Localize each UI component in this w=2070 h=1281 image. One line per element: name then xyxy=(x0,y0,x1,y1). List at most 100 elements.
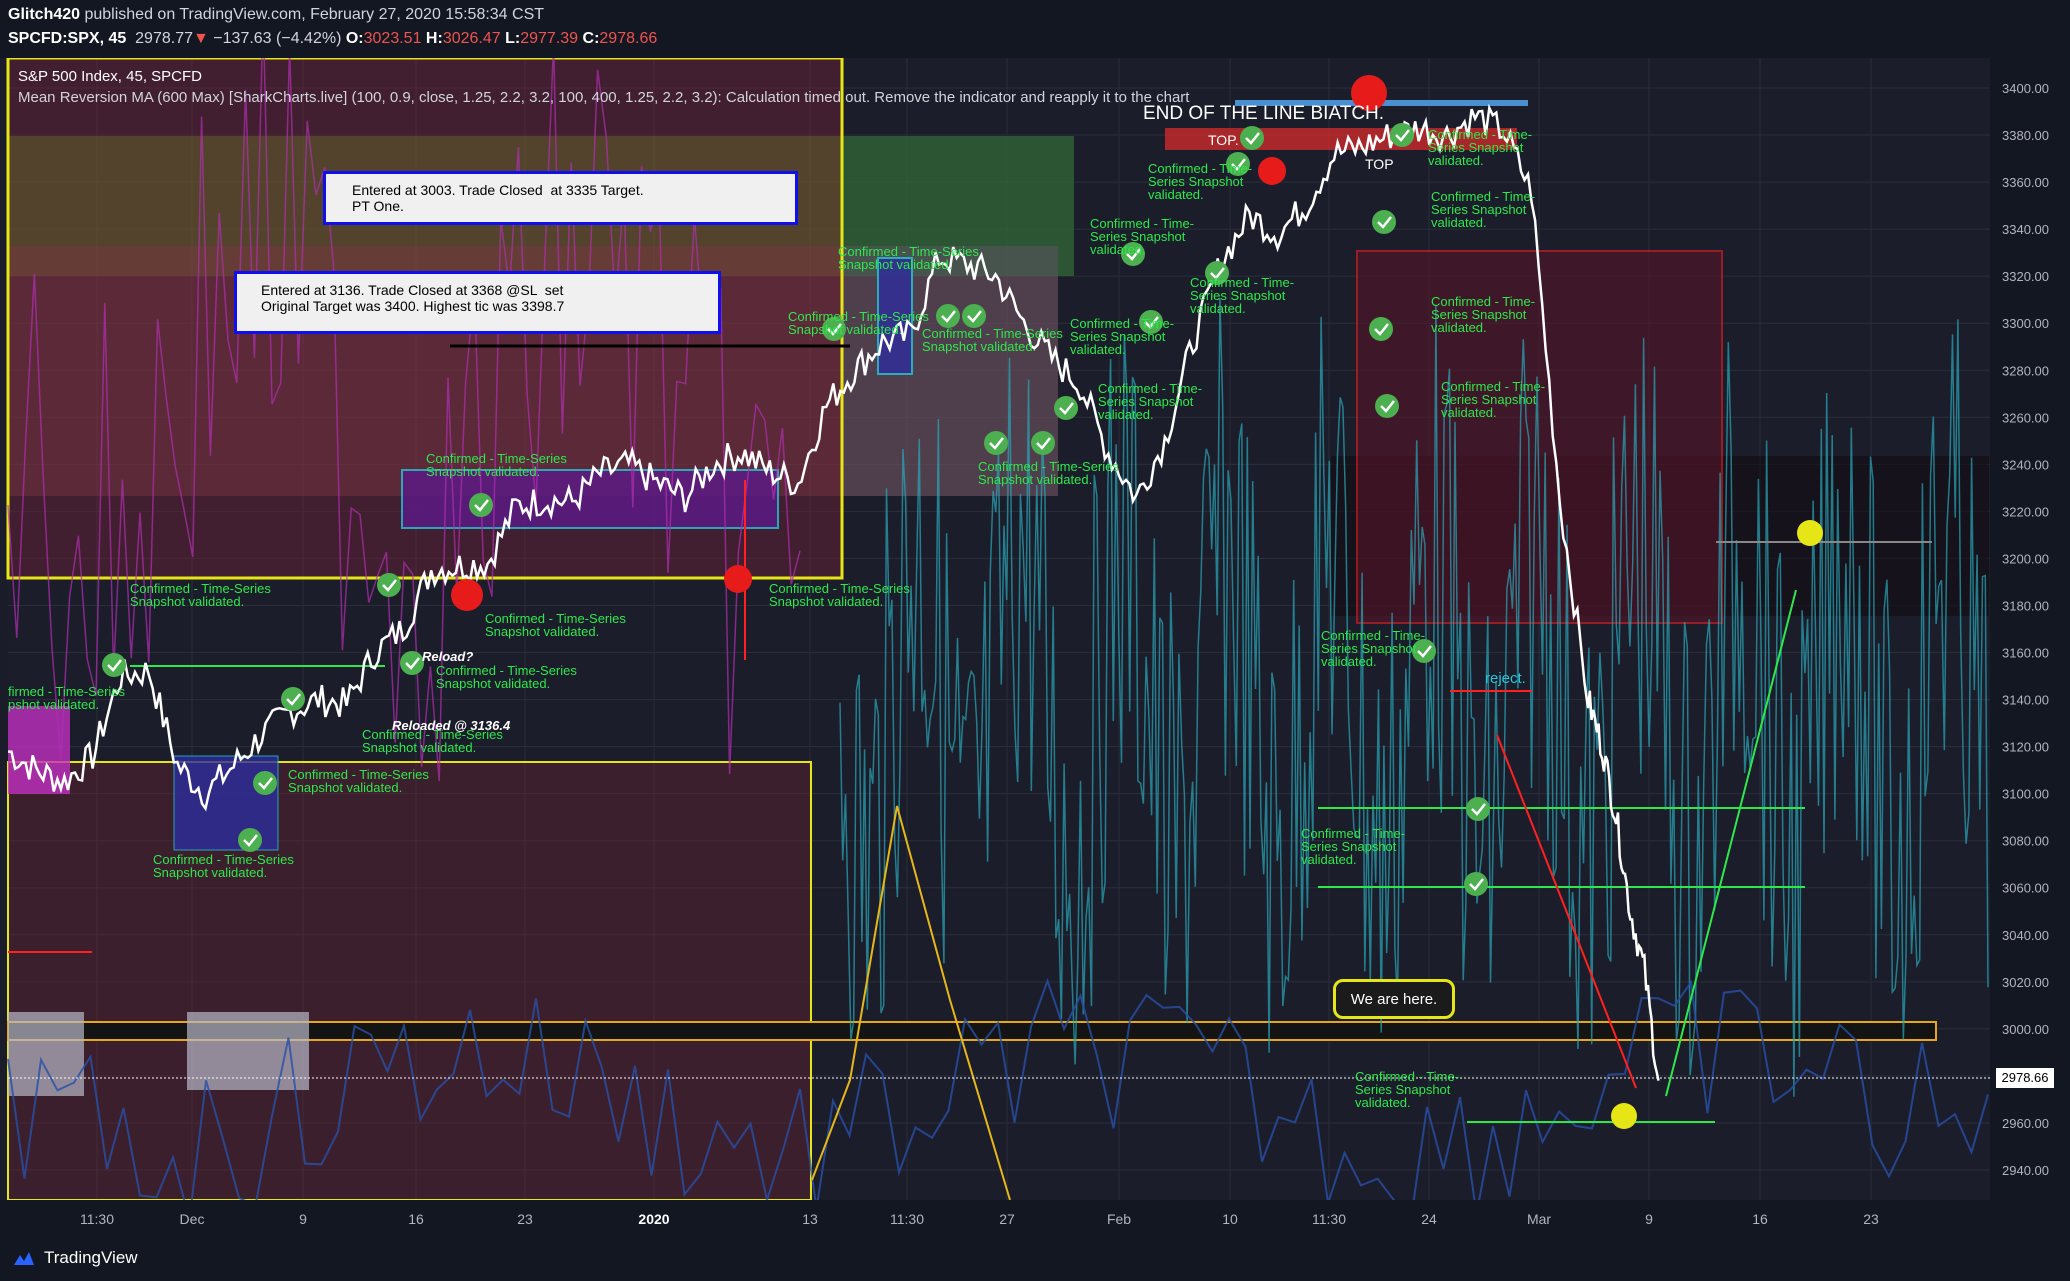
y-tick-label: 3380.00 xyxy=(2002,128,2049,143)
y-tick-label: 3120.00 xyxy=(2002,740,2049,755)
confirm-label: Confirmed - Time- Series Snapshot valida… xyxy=(1070,316,1175,357)
x-tick-label: 11:30 xyxy=(890,1211,924,1227)
y-tick-label: 3240.00 xyxy=(2002,457,2049,472)
close-label: C: xyxy=(582,30,600,47)
checkmark-icon xyxy=(1390,123,1414,147)
confirm-label: Confirmed - Time- Series Snapshot valida… xyxy=(1321,628,1426,669)
low-value: 2977.39 xyxy=(520,30,579,47)
y-tick-label: 3220.00 xyxy=(2002,504,2049,519)
x-tick-label: Mar xyxy=(1527,1211,1551,1227)
quote-line: SPCFD:SPX, 45 2978.77▼ −137.63 (−4.42%) … xyxy=(8,30,657,48)
checkmark-icon xyxy=(1240,126,1264,150)
y-tick-label: 3340.00 xyxy=(2002,222,2049,237)
confirm-label: Confirmed - Time- Series Snapshot valida… xyxy=(1148,161,1253,202)
y-tick-label: 3000.00 xyxy=(2002,1022,2049,1037)
low-label: L: xyxy=(505,30,521,47)
question-icon xyxy=(1611,1103,1637,1129)
legend-indicator[interactable]: Mean Reversion MA (600 Max) [SharkCharts… xyxy=(18,89,1189,106)
x-tick-label: 9 xyxy=(299,1211,307,1227)
end-of-line-label: END OF THE LINE BIATCH. xyxy=(1143,103,1385,124)
x-marker-icon xyxy=(451,579,483,611)
x-tick-label: 24 xyxy=(1421,1211,1437,1227)
checkmark-icon xyxy=(962,304,986,328)
x-tick-label: 23 xyxy=(1863,1211,1879,1227)
confirm-label: Confirmed - Time- Series Snapshot valida… xyxy=(1301,826,1406,867)
trade-note-2[interactable]: Entered at 3136. Trade Closed at 3368 @S… xyxy=(234,271,721,334)
publisher-name[interactable]: Glitch420 xyxy=(8,6,80,23)
y-tick-label: 3080.00 xyxy=(2002,834,2049,849)
tradingview-logo[interactable]: TradingView xyxy=(12,1248,138,1268)
checkmark-icon xyxy=(281,687,305,711)
confirm-label: Confirmed - Time-Series Snapshot validat… xyxy=(788,309,929,337)
checkmark-icon xyxy=(1372,210,1396,234)
confirm-label: Confirmed - Time-Series Snapshot validat… xyxy=(485,611,626,639)
x-tick-label: 16 xyxy=(1752,1211,1768,1227)
confirm-label: Confirmed - Time-Series Snapshot validat… xyxy=(978,459,1119,487)
x-tick-label: 11:30 xyxy=(1312,1211,1346,1227)
y-tick-label: 3200.00 xyxy=(2002,551,2049,566)
x-tick-label: 9 xyxy=(1645,1211,1653,1227)
publish-text: published on TradingView.com, February 2… xyxy=(80,6,545,23)
checkmark-icon xyxy=(1054,396,1078,420)
x-tick-label: 2020 xyxy=(638,1211,669,1227)
confirm-label: Confirmed - Time-Series Snapshot validat… xyxy=(362,727,503,755)
high-label: H: xyxy=(425,30,443,47)
close-value: 2978.66 xyxy=(599,30,658,47)
x-tick-label: 16 xyxy=(408,1211,424,1227)
last-price: 2978.77 xyxy=(135,30,193,47)
y-tick-label: 3280.00 xyxy=(2002,363,2049,378)
checkmark-icon xyxy=(377,573,401,597)
confirm-label: Confirmed - Time-Series Snapshot validat… xyxy=(838,244,979,272)
top-label-2: TOP xyxy=(1365,156,1394,172)
footer xyxy=(0,1236,2070,1281)
reload-question: Reload? xyxy=(422,649,474,664)
confirm-label: Confirmed - Time-Series Snapshot validat… xyxy=(130,581,271,609)
x-marker-icon xyxy=(724,565,752,593)
confirm-label: Confirmed - Time- Series Snapshot valida… xyxy=(1431,294,1536,335)
x-tick-label: 10 xyxy=(1222,1211,1238,1227)
trade-note-1[interactable]: Entered at 3003. Trade Closed at 3335 Ta… xyxy=(323,171,798,225)
checkmark-icon xyxy=(102,653,126,677)
checkmark-icon xyxy=(984,431,1008,455)
confirm-label-cut: firmed - Time-Series pshot validated. xyxy=(8,684,126,712)
y-tick-label: 2940.00 xyxy=(2002,1163,2049,1178)
down-arrow-icon: ▼ xyxy=(193,30,209,47)
y-tick-label: 3320.00 xyxy=(2002,269,2049,284)
checkmark-icon xyxy=(1466,797,1490,821)
confirm-label: Confirmed - Time-Series Snapshot validat… xyxy=(153,852,294,880)
last-price-tag: 2978.66 xyxy=(1996,1068,2054,1088)
y-tick-label: 3140.00 xyxy=(2002,693,2049,708)
confirm-label: Confirmed - Time- Series Snapshot valida… xyxy=(1090,216,1195,257)
symbol-label[interactable]: SPCFD:SPX, 45 xyxy=(8,30,126,47)
top-label-1: TOP. xyxy=(1208,132,1239,148)
confirm-label: Confirmed - Time-Series Snapshot validat… xyxy=(436,663,577,691)
y-tick-label: 3260.00 xyxy=(2002,410,2049,425)
y-tick-label: 3160.00 xyxy=(2002,646,2049,661)
confirm-label: Confirmed - Time-Series Snapshot validat… xyxy=(769,581,910,609)
y-tick-label: 3040.00 xyxy=(2002,928,2049,943)
open-value: 3023.51 xyxy=(363,30,422,47)
x-tick-label: 23 xyxy=(517,1211,533,1227)
y-tick-label: 3020.00 xyxy=(2002,975,2049,990)
confirm-label: Confirmed - Time- Series Snapshot valida… xyxy=(1428,127,1533,168)
legend-symbol[interactable]: S&P 500 Index, 45, SPCFD xyxy=(18,68,202,85)
x-tick-label: Dec xyxy=(180,1211,205,1227)
confirm-label: Confirmed - Time-Series Snapshot validat… xyxy=(288,767,429,795)
confirm-label: Confirmed - Time- Series Snapshot valida… xyxy=(1098,381,1203,422)
checkmark-icon xyxy=(936,304,960,328)
x-tick-label: 11:30 xyxy=(80,1211,114,1227)
we-are-here-callout[interactable]: We are here. xyxy=(1333,979,1455,1019)
y-tick-label: 3180.00 xyxy=(2002,598,2049,613)
checkmark-icon xyxy=(1369,317,1393,341)
x-marker-icon xyxy=(1258,157,1286,185)
blue-block-1 xyxy=(173,755,279,851)
high-value: 3026.47 xyxy=(442,30,501,47)
checkmark-icon xyxy=(253,771,277,795)
confirm-label: Confirmed - Time- Series Snapshot valida… xyxy=(1355,1069,1460,1110)
open-label: O: xyxy=(345,30,364,47)
checkmark-icon xyxy=(238,828,262,852)
x-tick-label: 27 xyxy=(999,1211,1015,1227)
confirm-label: Confirmed - Time-Series Snapshot validat… xyxy=(922,326,1063,354)
y-tick-label: 3400.00 xyxy=(2002,81,2049,96)
chart-canvas[interactable]: 3400.00 3380.00 3360.00 3340.00 3320.00 3300.… xyxy=(0,58,2070,1236)
